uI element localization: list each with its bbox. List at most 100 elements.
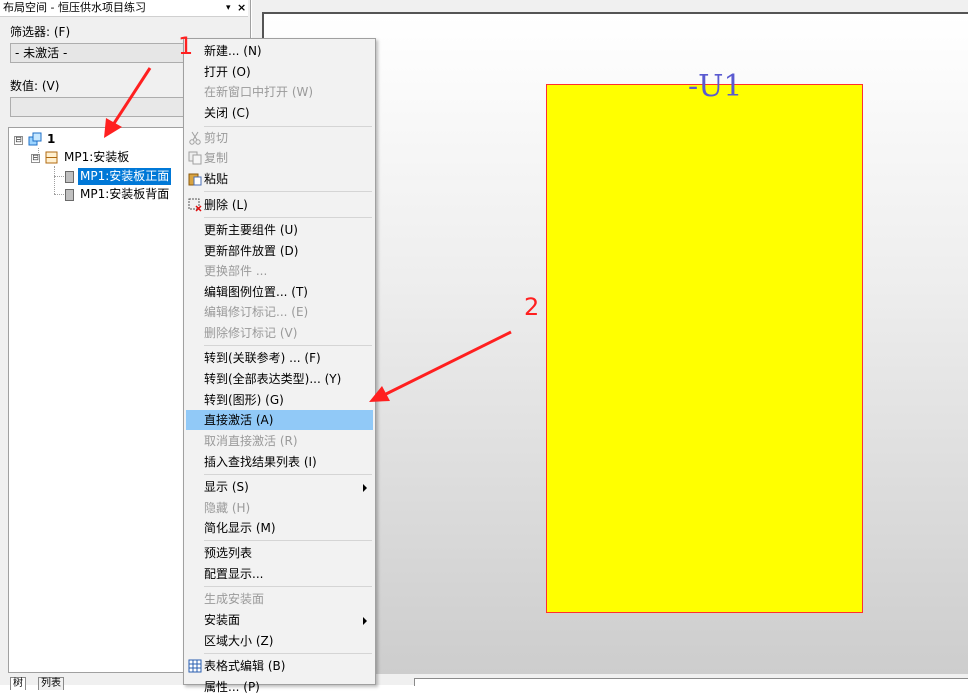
scissors-icon xyxy=(189,131,201,145)
menu-item-delete-revision-marker[interactable]: 删除修订标记 (V) xyxy=(186,323,373,343)
menu-item-label: 删除 (L) xyxy=(204,198,248,212)
panel-title: 布局空间 - 恒压供水项目练习 xyxy=(3,1,146,14)
collapse-icon[interactable]: ⊟ xyxy=(14,136,23,145)
menu-item-label: 编辑图例位置... (T) xyxy=(204,285,308,299)
mounting-plate-icon xyxy=(45,151,58,164)
menu-item-label: 转到(关联参考) ... (F) xyxy=(204,351,321,365)
menu-item-edit-revision-marker[interactable]: 编辑修订标记... (E) xyxy=(186,302,373,322)
menu-item-properties[interactable]: 属性... (P) xyxy=(186,677,373,697)
tree-node-mounting-plate[interactable]: ⊟ MP1:安装板 xyxy=(31,149,181,166)
menu-item-label: 取消直接激活 (R) xyxy=(204,434,298,448)
submenu-arrow-icon xyxy=(363,484,367,492)
menu-item-edit-legend-position[interactable]: 编辑图例位置... (T) xyxy=(186,282,373,302)
menu-item-label: 复制 xyxy=(204,151,229,165)
collapse-icon[interactable]: ⊟ xyxy=(31,154,40,163)
menu-item-label: 粘贴 xyxy=(204,172,229,186)
menu-item-open-new-window[interactable]: 在新窗口中打开 (W) xyxy=(186,82,373,102)
context-menu: 新建... (N) 打开 (O) 在新窗口中打开 (W) 关闭 (C) 剪切 复… xyxy=(183,38,376,694)
menu-item-label: 预选列表 xyxy=(204,546,253,560)
tab-tree[interactable]: 树 xyxy=(10,677,26,690)
menu-item-configure-display[interactable]: 配置显示... xyxy=(186,564,373,584)
menu-separator xyxy=(204,653,372,654)
menu-item-cut[interactable]: 剪切 xyxy=(186,128,373,148)
menu-item-goto-graphic[interactable]: 转到(图形) (G) xyxy=(186,390,373,410)
menu-item-mounting-surface[interactable]: 安装面 xyxy=(186,610,373,630)
menu-item-update-part-placements[interactable]: 更新部件放置 (D) xyxy=(186,241,373,261)
menu-item-goto-all-representations[interactable]: 转到(全部表达类型)... (Y) xyxy=(186,369,373,389)
paste-icon xyxy=(188,173,202,186)
menu-item-label: 在新窗口中打开 (W) xyxy=(204,85,314,99)
menu-item-label: 配置显示... xyxy=(204,567,264,581)
value-label: 数值: (V) xyxy=(10,79,60,93)
tree-node-label: MP1:安装板 xyxy=(64,150,130,164)
menu-separator xyxy=(204,345,372,346)
menu-item-copy[interactable]: 复制 xyxy=(186,148,373,168)
menu-item-delete[interactable]: 删除 (L) xyxy=(186,195,373,215)
menu-separator xyxy=(204,586,372,587)
plate-face-icon xyxy=(65,189,74,201)
menu-item-label: 打开 (O) xyxy=(204,65,251,79)
menu-item-label: 转到(全部表达类型)... (Y) xyxy=(204,372,342,386)
tree-line xyxy=(54,166,55,194)
menu-item-label: 插入查找结果列表 (I) xyxy=(204,455,317,469)
panel-titlebar[interactable]: 布局空间 - 恒压供水项目练习 ▾ × xyxy=(0,0,248,17)
menu-item-label: 属性... (P) xyxy=(204,680,260,694)
layout-space-icon xyxy=(28,132,42,146)
menu-separator xyxy=(204,217,372,218)
plate-device-tag: -U1 xyxy=(688,69,743,104)
menu-item-cancel-direct-activation[interactable]: 取消直接激活 (R) xyxy=(186,431,373,451)
tree-node-root[interactable]: ⊟ 1 xyxy=(14,131,134,148)
tab-list[interactable]: 列表 xyxy=(38,677,64,690)
menu-item-open[interactable]: 打开 (O) xyxy=(186,62,373,82)
menu-item-exchange-part[interactable]: 更换部件 ... xyxy=(186,261,373,281)
menu-item-label: 直接激活 (A) xyxy=(204,413,274,427)
menu-item-label: 更新主要组件 (U) xyxy=(204,223,298,237)
menu-item-label: 显示 (S) xyxy=(204,480,249,494)
menu-item-label: 隐藏 (H) xyxy=(204,501,251,515)
menu-item-label: 转到(图形) (G) xyxy=(204,393,284,407)
menu-item-label: 简化显示 (M) xyxy=(204,521,276,535)
menu-item-simplified-display[interactable]: 简化显示 (M) xyxy=(186,518,373,538)
menu-item-label: 编辑修订标记... (E) xyxy=(204,305,309,319)
menu-item-activate-directly[interactable]: 直接激活 (A) xyxy=(186,410,373,430)
menu-item-paste[interactable]: 粘贴 xyxy=(186,169,373,189)
menu-separator xyxy=(204,474,372,475)
menu-item-label: 删除修订标记 (V) xyxy=(204,326,298,340)
annotation-step-1: 1 xyxy=(178,32,194,60)
menu-separator xyxy=(204,126,372,127)
panel-close-icon[interactable]: × xyxy=(237,0,246,16)
menu-item-label: 关闭 (C) xyxy=(204,106,250,120)
menu-item-label: 剪切 xyxy=(204,131,229,145)
annotation-step-2: 2 xyxy=(524,293,540,321)
delete-icon xyxy=(188,198,202,212)
menu-item-label: 更换部件 ... xyxy=(204,264,268,278)
mounting-plate[interactable] xyxy=(546,84,863,613)
menu-item-label: 安装面 xyxy=(204,613,241,627)
filter-label: 筛选器: (F) xyxy=(10,25,71,39)
tree-node-label: MP1:安装板正面 xyxy=(78,168,172,185)
menu-item-hide[interactable]: 隐藏 (H) xyxy=(186,498,373,518)
menu-item-update-main-components[interactable]: 更新主要组件 (U) xyxy=(186,220,373,240)
menu-separator xyxy=(204,191,372,192)
tree-node-label: MP1:安装板背面 xyxy=(80,187,170,201)
menu-item-show[interactable]: 显示 (S) xyxy=(186,477,373,497)
panel-menu-icon[interactable]: ▾ xyxy=(226,0,231,16)
menu-item-label: 生成安装面 xyxy=(204,592,265,606)
tree-node-plate-back[interactable]: MP1:安装板背面 xyxy=(63,186,193,203)
menu-item-label: 表格式编辑 (B) xyxy=(204,659,286,673)
tree-node-label: 1 xyxy=(47,132,56,146)
menu-item-label: 更新部件放置 (D) xyxy=(204,244,299,258)
submenu-arrow-icon xyxy=(363,617,367,625)
menu-item-table-edit[interactable]: 表格式编辑 (B) xyxy=(186,656,373,676)
menu-item-close[interactable]: 关闭 (C) xyxy=(186,103,373,123)
copy-icon xyxy=(188,151,202,165)
menu-item-goto-associated[interactable]: 转到(关联参考) ... (F) xyxy=(186,348,373,368)
menu-item-insert-search-results[interactable]: 插入查找结果列表 (I) xyxy=(186,452,373,472)
menu-item-new[interactable]: 新建... (N) xyxy=(186,41,373,61)
menu-item-label: 区域大小 (Z) xyxy=(204,634,274,648)
menu-item-generate-mounting-surface[interactable]: 生成安装面 xyxy=(186,589,373,609)
menu-item-area-size[interactable]: 区域大小 (Z) xyxy=(186,631,373,651)
tree-node-plate-front[interactable]: MP1:安装板正面 xyxy=(63,168,193,185)
menu-item-label: 新建... (N) xyxy=(204,44,262,58)
menu-item-preselection-list[interactable]: 预选列表 xyxy=(186,543,373,563)
